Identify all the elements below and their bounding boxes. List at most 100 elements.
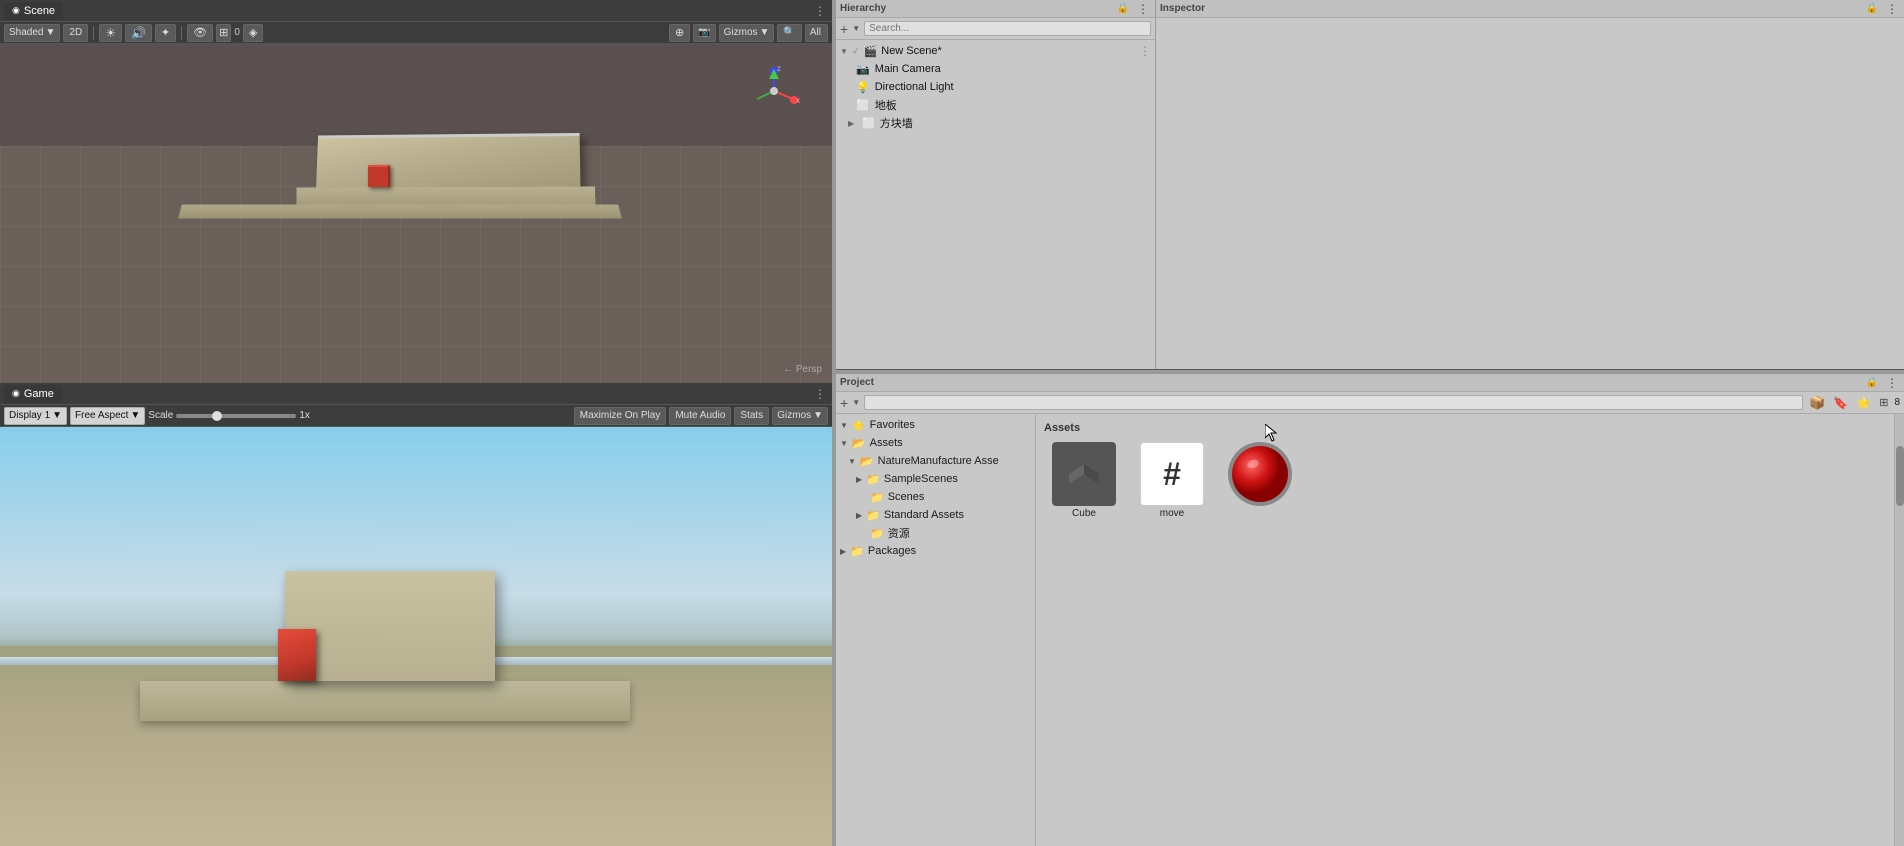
search-icon-btn[interactable]: 🔍 [777,24,801,42]
audio-btn[interactable]: 🔊 [125,24,152,42]
bottom-right: Project 🔒 ⋮ + ▼ 📦 🔖 ⭐ ⊞ [836,374,1904,846]
mute-audio-btn[interactable]: Mute Audio [669,407,731,425]
project-star-icon[interactable]: ⭐ [1854,396,1873,410]
gizmos-dropdown[interactable]: Gizmos ▼ [719,24,775,42]
gizmo-widget[interactable]: z x [747,64,802,119]
project-header-icons: 🔒 ⋮ [1864,376,1900,390]
hierarchy-item-block-wall[interactable]: ▶ ⬜ 方块墙 [836,114,1155,132]
aspect-label: Free Aspect [75,410,128,421]
render-btn[interactable]: ◈ [243,24,263,42]
scrollbar-thumb[interactable] [1896,446,1904,506]
block-wall-icon: ⬜ [862,117,876,130]
project-panel-header: Project 🔒 ⋮ [836,374,1904,392]
grid-value: 0 [234,27,240,38]
project-tree-sample-scenes[interactable]: ▶ 📁 SampleScenes [836,470,1035,488]
scene-viewport: z x ← Persp [0,44,832,383]
center-btn[interactable]: ⊕ [669,24,690,42]
nature-expand-arrow: ▼ [848,457,856,466]
aspect-arrow: ▼ [130,410,140,421]
game-gizmos-dropdown[interactable]: Gizmos ▼ [772,407,828,425]
sample-scenes-label: SampleScenes [884,473,958,485]
game-tab[interactable]: ◉ Game [4,385,62,403]
persp-label: ← Persp [783,364,822,375]
twod-btn[interactable]: 2D [63,24,88,42]
hierarchy-header-icons: 🔒 ⋮ [1115,2,1151,16]
new-scene-expand-check: ✓ [852,46,860,57]
inspector-more-btn[interactable]: ⋮ [1884,2,1900,16]
shading-dropdown[interactable]: Shaded ▼ [4,24,60,42]
lighting-btn[interactable]: ☀ [99,24,122,42]
asset-cube[interactable]: Cube [1044,438,1124,523]
hierarchy-item-floor[interactable]: ⬜ 地板 [836,96,1155,114]
hierarchy-lock-btn[interactable]: 🔒 [1115,3,1131,14]
grid-btn[interactable]: ⊞ [216,24,231,42]
inspector-panel-header: Inspector 🔒 ⋮ [1156,0,1904,18]
asset-move[interactable]: # move [1132,438,1212,523]
favorites-label: Favorites [870,419,915,431]
favorites-arrow: ▼ [840,421,848,430]
all-dropdown[interactable]: All [805,24,828,42]
hierarchy-search-input[interactable] [864,21,1151,36]
project-title: Project [840,377,874,388]
resources-label: 资源 [888,525,910,541]
assets-label: Assets [870,437,903,449]
hierarchy-add-btn[interactable]: + [840,22,848,36]
project-more-btn[interactable]: ⋮ [1884,376,1900,390]
scene-panel-menu-btn[interactable]: ⋮ [812,4,828,18]
project-filter-icon[interactable]: 🔖 [1831,396,1850,410]
hierarchy-item-directional-light[interactable]: 💡 Directional Light [836,78,1155,96]
scenes-folder-icon: 📁 [870,491,884,504]
hierarchy-item-main-camera[interactable]: 📷 Main Camera [836,60,1155,78]
inspector-header-icons: 🔒 ⋮ [1864,2,1900,16]
project-tree-favorites[interactable]: ▼ ⭐ Favorites [836,416,1035,434]
assets-scrollbar[interactable] [1894,414,1904,846]
hidden-btn[interactable]: 👁 [187,24,213,42]
scale-slider[interactable] [176,414,296,418]
project-packages-icon[interactable]: 📦 [1807,395,1827,411]
display-dropdown[interactable]: Display 1 ▼ [4,407,67,425]
gizmos-label: Gizmos [724,27,758,38]
shading-arrow: ▼ [45,27,55,38]
project-tree-scenes[interactable]: 📁 Scenes [836,488,1035,506]
project-tree-packages[interactable]: ▶ 📁 Packages [836,542,1035,560]
asset-red-material[interactable]: red [1220,438,1300,523]
svg-text:x: x [796,96,800,105]
toolbar-sep-2 [181,26,182,40]
scene-icon: ◉ [12,5,20,16]
hierarchy-item-menu[interactable]: ⋮ [1139,44,1151,58]
all-label: All [810,27,821,38]
project-tree: ▼ ⭐ Favorites ▼ 📂 Assets ▼ [836,414,1036,846]
scene-red-cube-object [368,165,390,187]
hierarchy-more-btn[interactable]: ⋮ [1135,2,1151,16]
new-scene-label: New Scene* [881,45,942,57]
project-tree-nature[interactable]: ▼ 📂 NatureManufacture Asse [836,452,1035,470]
project-tree-assets[interactable]: ▼ 📂 Assets [836,434,1035,452]
inspector-body [1156,18,1904,369]
camera-object-icon: 📷 [856,63,870,76]
project-search-input[interactable] [864,395,1803,410]
stats-btn[interactable]: Stats [734,407,769,425]
project-icon-count: 8 [1894,397,1900,408]
effects-btn[interactable]: ✦ [155,24,176,42]
project-tree-standard-assets[interactable]: ▶ 📁 Standard Assets [836,506,1035,524]
project-view-icon[interactable]: ⊞ [1877,396,1890,409]
assets-expand-arrow: ▼ [840,439,848,448]
game-panel-menu-btn[interactable]: ⋮ [812,387,828,401]
scale-thumb [212,411,222,421]
scene-tab[interactable]: ◉ Scene [4,2,63,20]
camera-btn[interactable]: 📷 [693,24,715,42]
project-add-btn[interactable]: + [840,396,848,410]
hierarchy-toolbar: + ▼ [836,18,1155,40]
aspect-dropdown[interactable]: Free Aspect ▼ [70,407,145,425]
project-tree-resources[interactable]: 📁 资源 [836,524,1035,542]
hierarchy-item-new-scene[interactable]: ▼ ✓ 🎬 New Scene* ⋮ [836,42,1155,60]
game-toolbar: Display 1 ▼ Free Aspect ▼ Scale 1x Maxim… [0,405,832,427]
packages-folder-icon: 📁 [850,545,864,558]
maximize-on-play-btn[interactable]: Maximize On Play [574,407,667,425]
game-tab-label: Game [24,388,54,400]
inspector-title: Inspector [1160,3,1205,14]
inspector-lock-btn[interactable]: 🔒 [1864,3,1880,14]
block-wall-arrow: ▶ [848,119,858,128]
cube-thumbnail [1052,442,1116,506]
project-lock-btn[interactable]: 🔒 [1864,377,1880,388]
